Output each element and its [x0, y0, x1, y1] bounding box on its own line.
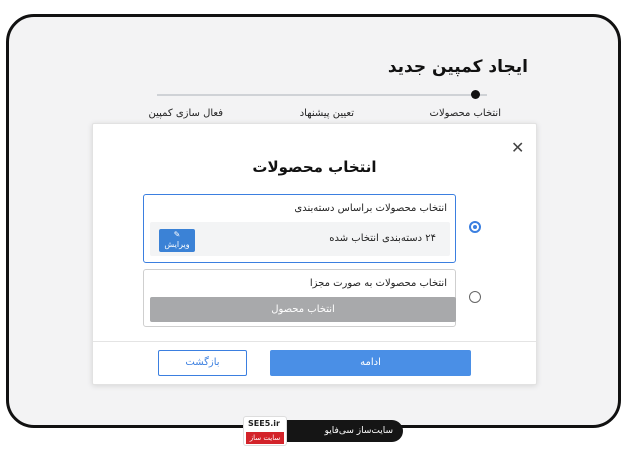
option-individual-label: انتخاب محصولات به صورت مجزا — [309, 278, 447, 289]
modal-title: انتخاب محصولات — [252, 158, 377, 176]
stepper-track — [157, 94, 487, 96]
category-summary-text: ۲۴ دسته‌بندی انتخاب شده — [329, 233, 436, 244]
select-products-modal: ✕ انتخاب محصولات انتخاب محصولات براساس د… — [92, 123, 537, 385]
watermark-tagline: سایت‌ساز سی‌فایو — [273, 420, 403, 442]
step-select-products: انتخاب محصولات — [429, 108, 501, 119]
watermark-brand: SEE5.ir — [248, 419, 280, 428]
radio-individual[interactable] — [469, 291, 481, 303]
continue-button[interactable]: ادامه — [270, 350, 471, 376]
back-button[interactable]: بازگشت — [158, 350, 247, 376]
step-activate-campaign: فعال سازی کمپین — [148, 108, 223, 119]
option-by-category[interactable]: انتخاب محصولات براساس دسته‌بندی ۲۴ دسته‌… — [143, 194, 456, 263]
option-individual[interactable]: انتخاب محصولات به صورت مجزا انتخاب محصول — [143, 269, 456, 327]
page-title: ایجاد کمپین جدید — [387, 57, 528, 77]
category-summary: ۲۴ دسته‌بندی انتخاب شده ✎ ویرایش — [150, 222, 450, 256]
stepper-active-dot — [471, 90, 480, 99]
close-icon[interactable]: ✕ — [511, 138, 524, 157]
select-product-button[interactable]: انتخاب محصول — [150, 297, 456, 322]
edit-button[interactable]: ✎ ویرایش — [159, 229, 195, 252]
watermark-logo: SEE5.ir سایت ساز — [243, 416, 287, 446]
edit-button-label: ویرایش — [164, 240, 190, 249]
step-set-offer: تعیین پیشنهاد — [299, 108, 354, 119]
watermark-brand-sub: سایت ساز — [246, 432, 284, 444]
option-by-category-label: انتخاب محصولات براساس دسته‌بندی — [294, 203, 447, 214]
radio-by-category[interactable] — [469, 221, 481, 233]
pencil-icon: ✎ — [173, 230, 181, 239]
modal-divider — [93, 341, 536, 342]
